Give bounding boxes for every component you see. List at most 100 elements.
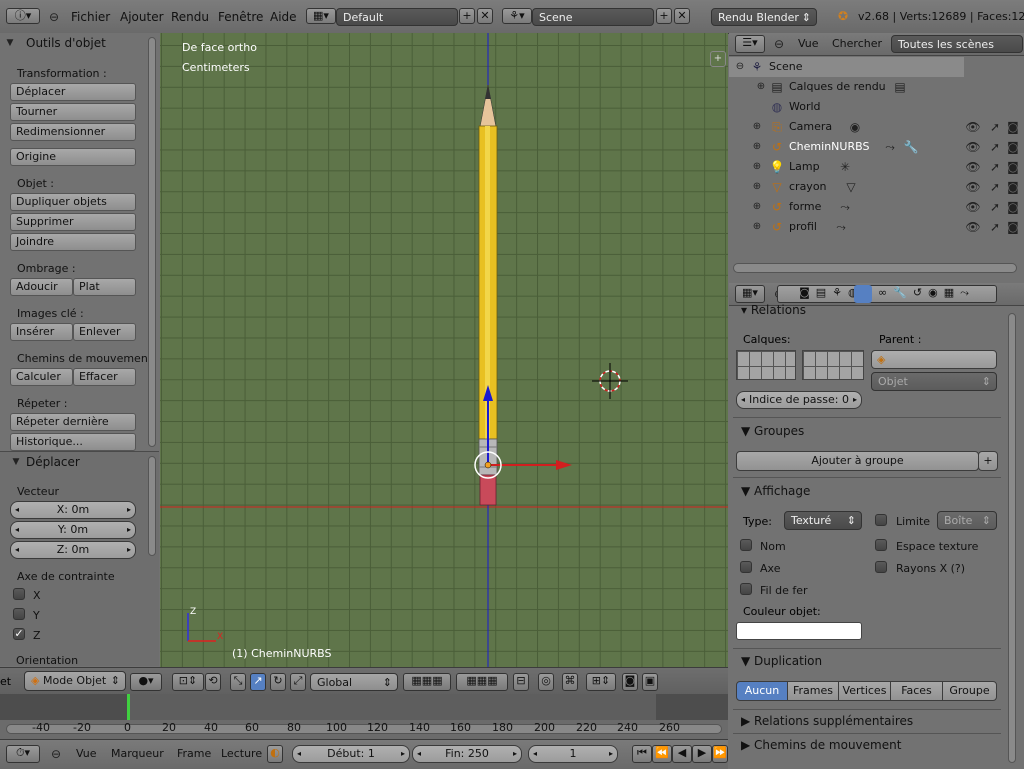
pass-index-field[interactable]: ◂ Indice de passe: 0 ▸ — [736, 391, 862, 409]
nom-checkbox[interactable] — [740, 539, 752, 551]
dup-tab-vertices[interactable]: Vertices — [838, 681, 891, 701]
vector-z-field[interactable]: ◂ Z: 0m ▸ — [10, 541, 136, 559]
jump-start-icon[interactable]: ⏮ — [632, 745, 652, 763]
object-tab-active[interactable] — [854, 285, 872, 303]
current-frame-field[interactable]: ◂ 1 ▸ — [528, 745, 618, 763]
texture-space-checkbox[interactable] — [875, 539, 887, 551]
vector-y-field[interactable]: ◂ Y: 0m ▸ — [10, 521, 136, 539]
groupes-title[interactable]: ▼ Groupes — [741, 424, 804, 438]
decrement-icon[interactable]: ◂ — [417, 746, 421, 762]
scale-manipulator-icon[interactable]: ⤢ — [290, 673, 306, 691]
menu-frame[interactable]: Frame — [177, 747, 211, 760]
axis-y-checkbox[interactable] — [13, 608, 25, 620]
manipulator-only-icon[interactable]: ⟲ — [205, 673, 221, 691]
menu-marqueur[interactable]: Marqueur — [111, 747, 164, 760]
dup-tab-groupe[interactable]: Groupe — [942, 681, 997, 701]
render-icon[interactable]: ◙ — [1005, 159, 1021, 175]
display-type-select[interactable]: Texturé ⇕ — [784, 511, 862, 530]
menu-vue[interactable]: Vue — [76, 747, 97, 760]
increment-icon[interactable]: ▸ — [127, 542, 131, 558]
properties-scrollbar[interactable] — [1008, 313, 1016, 763]
decrement-icon[interactable]: ◂ — [15, 542, 19, 558]
outliner-row-scene[interactable]: ⊖ ⚘ Scene — [729, 57, 1024, 77]
lock-layers-icon[interactable]: ⊟ — [513, 673, 529, 691]
current-frame-marker[interactable] — [127, 694, 130, 720]
supprimer-button[interactable]: Supprimer — [10, 213, 136, 231]
vector-x-field[interactable]: ◂ X: 0m ▸ — [10, 501, 136, 519]
menu-lecture[interactable]: Lecture — [221, 747, 262, 760]
dup-tab-frames[interactable]: Frames — [787, 681, 839, 701]
next-keyframe-icon[interactable]: ⏩ — [712, 745, 728, 763]
plat-button[interactable]: Plat — [73, 278, 136, 296]
add-to-group-button[interactable]: Ajouter à groupe — [736, 451, 979, 471]
collapse-menu-icon[interactable]: ⊖ — [771, 36, 787, 52]
expand-icon[interactable]: ⊕ — [749, 159, 765, 175]
mode-select[interactable]: ◈ Mode Objet ⇕ — [24, 671, 126, 691]
increment-icon[interactable]: ▸ — [401, 746, 405, 762]
cursor-icon[interactable]: ➚ — [987, 119, 1003, 135]
menu-fichier[interactable]: Fichier — [71, 10, 110, 24]
render-icon[interactable]: ◙ — [1005, 179, 1021, 195]
outliner-menu-vue[interactable]: Vue — [798, 37, 819, 50]
operator-scrollbar[interactable] — [148, 456, 156, 556]
axe-checkbox[interactable] — [740, 561, 752, 573]
decrement-icon[interactable]: ◂ — [533, 746, 537, 762]
decrement-icon[interactable]: ◂ — [741, 392, 745, 408]
snap-element-select[interactable]: ⊞⇕ — [586, 673, 616, 691]
deplacer-button[interactable]: Déplacer — [10, 83, 136, 101]
context-tabs[interactable]: ◙▤⚘◍◈∞🔧↺◉▦⤳ — [777, 285, 997, 303]
scene-layers-grid-2[interactable]: ▦▦▦ — [456, 673, 508, 691]
eye-icon[interactable]: 👁 — [965, 199, 981, 215]
increment-icon[interactable]: ▸ — [513, 746, 517, 762]
increment-icon[interactable]: ▸ — [127, 522, 131, 538]
eye-icon[interactable]: 👁 — [965, 159, 981, 175]
expand-icon[interactable]: ⊕ — [749, 119, 765, 135]
prev-keyframe-icon[interactable]: ⏪ — [652, 745, 672, 763]
adoucir-button[interactable]: Adoucir — [10, 278, 73, 296]
collapse-menu-icon[interactable]: ⊖ — [46, 9, 62, 25]
expand-icon[interactable]: ⊕ — [749, 219, 765, 235]
collapse-menu-icon[interactable]: ⊖ — [48, 746, 64, 762]
enlever-button[interactable]: Enlever — [73, 323, 136, 341]
render-icon[interactable]: ◙ — [1005, 199, 1021, 215]
outliner-menu-chercher[interactable]: Chercher — [832, 37, 882, 50]
timeline-area[interactable]: -40 -20 0 20 40 60 80 100 120 140 160 18… — [0, 694, 728, 739]
end-frame-field[interactable]: ◂ Fin: 250 ▸ — [412, 745, 522, 763]
render-still-icon[interactable]: ◙ — [622, 673, 638, 691]
decrement-icon[interactable]: ◂ — [15, 522, 19, 538]
eye-icon[interactable]: 👁 — [965, 179, 981, 195]
screen-layout-field[interactable]: Default — [336, 8, 458, 26]
pivot-point-button[interactable]: ⊡⇕ — [172, 673, 204, 691]
object-color-swatch[interactable] — [736, 622, 862, 640]
panel-collapse-icon[interactable]: ▼ — [2, 35, 18, 51]
outliner-row-render-layers[interactable]: ⊕ ▤ Calques de rendu ▤ — [729, 77, 1024, 97]
layers-grid-right[interactable] — [802, 350, 864, 380]
affichage-title[interactable]: ▼ Affichage — [741, 484, 810, 498]
motion-paths-title[interactable]: ▶ Chemins de mouvement — [741, 738, 901, 752]
menu-ajouter[interactable]: Ajouter — [120, 10, 164, 24]
expand-icon[interactable]: ⊕ — [749, 139, 765, 155]
outils-objet-title[interactable]: Outils d'objet — [26, 36, 106, 50]
scene-icon[interactable]: ⚘▾ — [502, 8, 532, 24]
render-icon[interactable]: ◙ — [1005, 119, 1021, 135]
bounds-type-select[interactable]: Boîte ⇕ — [937, 511, 997, 530]
play-reverse-icon[interactable]: ◀ — [672, 745, 692, 763]
viewport-shading-button[interactable]: ●▾ — [130, 673, 162, 691]
dupliquer-objets-button[interactable]: Dupliquer objets — [10, 193, 136, 211]
historique-button[interactable]: Historique... — [10, 433, 136, 451]
play-icon[interactable]: ▶ — [692, 745, 712, 763]
layers-grid-left[interactable] — [736, 350, 796, 380]
limite-checkbox[interactable] — [875, 514, 887, 526]
rotate-manipulator-icon[interactable]: ↻ — [270, 673, 286, 691]
decrement-icon[interactable]: ◂ — [297, 746, 301, 762]
cursor-icon[interactable]: ➚ — [987, 199, 1003, 215]
render-animation-icon[interactable]: ▣ — [642, 673, 658, 691]
duplication-title[interactable]: ▼ Duplication — [741, 654, 822, 668]
menu-aide[interactable]: Aide — [270, 10, 297, 24]
remove-screen-icon[interactable]: ✕ — [477, 8, 493, 24]
cursor-icon[interactable]: ➚ — [987, 139, 1003, 155]
3d-viewport[interactable]: De face ortho Centimeters (1) CheminNURB… — [160, 33, 728, 667]
properties-editor-type[interactable]: ▦▾ — [735, 285, 765, 303]
calculer-button[interactable]: Calculer — [10, 368, 73, 386]
toolshelf-scrollbar[interactable] — [148, 37, 156, 447]
